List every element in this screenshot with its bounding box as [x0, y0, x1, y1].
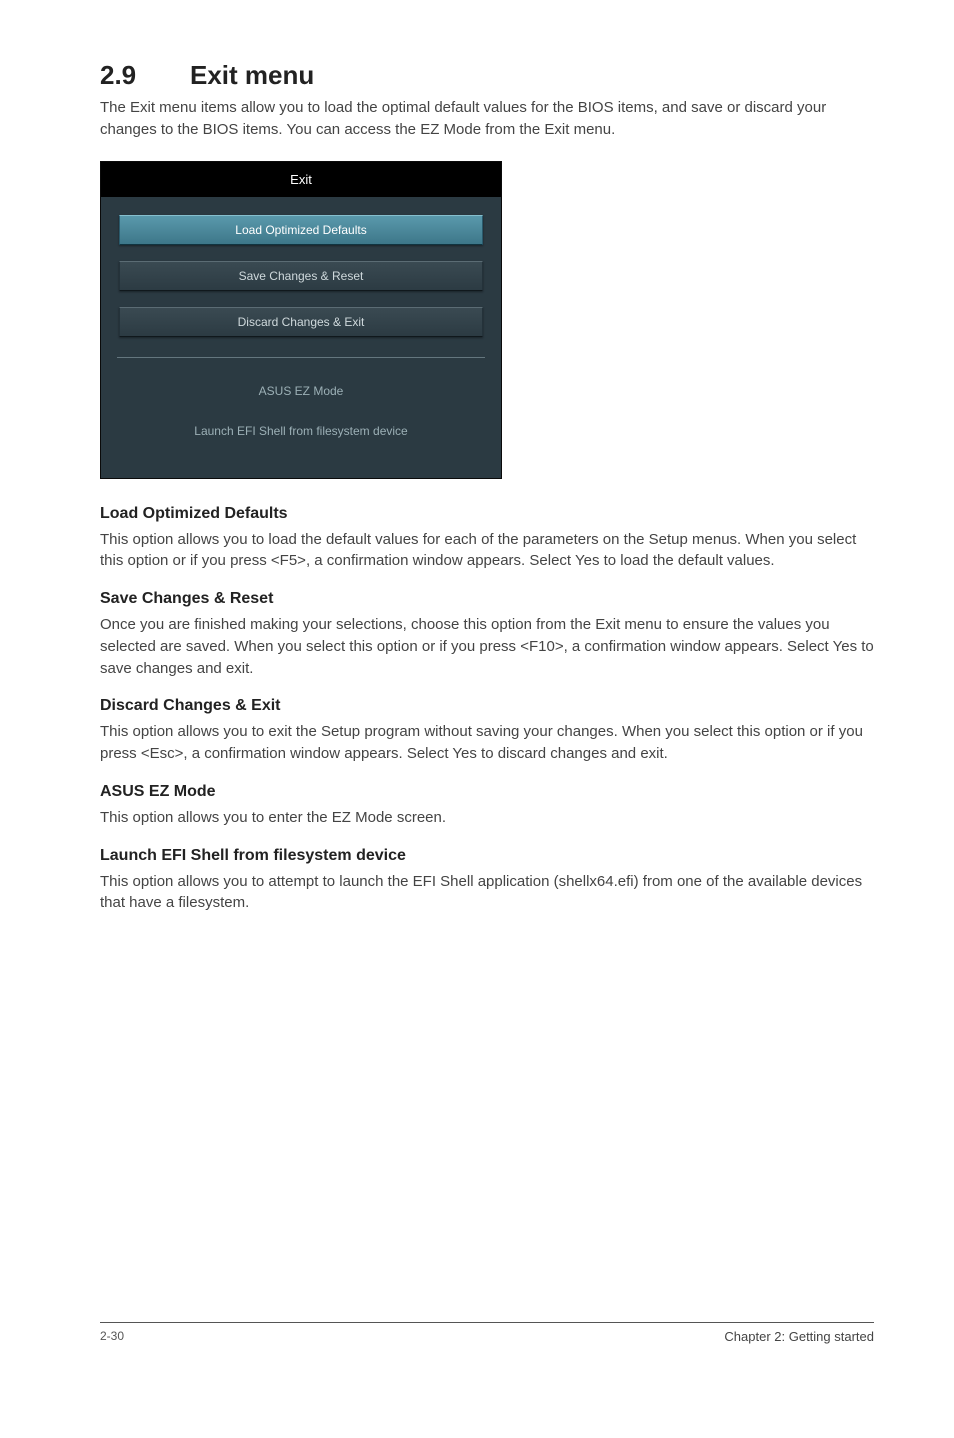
exit-menu-panel: Exit Load Optimized Defaults Save Change…: [100, 161, 502, 479]
option-heading-ez-mode: ASUS EZ Mode: [100, 783, 874, 801]
option-body-load-optimized: This option allows you to load the defau…: [100, 529, 874, 573]
section-title-text: Exit menu: [190, 60, 314, 90]
save-changes-reset-button[interactable]: Save Changes & Reset: [119, 261, 483, 291]
option-body-save-changes: Once you are finished making your select…: [100, 614, 874, 679]
option-heading-launch-efi: Launch EFI Shell from filesystem device: [100, 847, 874, 865]
footer-chapter: Chapter 2: Getting started: [724, 1329, 874, 1344]
launch-efi-shell-link[interactable]: Launch EFI Shell from filesystem device: [119, 416, 483, 446]
section-number: 2.9: [100, 60, 190, 91]
option-body-ez-mode: This option allows you to enter the EZ M…: [100, 807, 874, 829]
exit-panel-divider: [117, 357, 485, 358]
option-body-launch-efi: This option allows you to attempt to lau…: [100, 871, 874, 915]
footer-page-number: 2-30: [100, 1329, 124, 1344]
exit-panel-header: Exit: [101, 162, 501, 197]
option-heading-discard-changes: Discard Changes & Exit: [100, 697, 874, 715]
load-optimized-defaults-button[interactable]: Load Optimized Defaults: [119, 215, 483, 245]
option-heading-load-optimized: Load Optimized Defaults: [100, 505, 874, 523]
option-heading-save-changes: Save Changes & Reset: [100, 590, 874, 608]
option-body-discard-changes: This option allows you to exit the Setup…: [100, 721, 874, 765]
section-intro: The Exit menu items allow you to load th…: [100, 97, 874, 141]
section-heading: 2.9Exit menu: [100, 60, 874, 91]
exit-panel-body: Load Optimized Defaults Save Changes & R…: [101, 197, 501, 478]
page-footer: 2-30 Chapter 2: Getting started: [100, 1322, 874, 1344]
discard-changes-exit-button[interactable]: Discard Changes & Exit: [119, 307, 483, 337]
asus-ez-mode-link[interactable]: ASUS EZ Mode: [119, 376, 483, 406]
